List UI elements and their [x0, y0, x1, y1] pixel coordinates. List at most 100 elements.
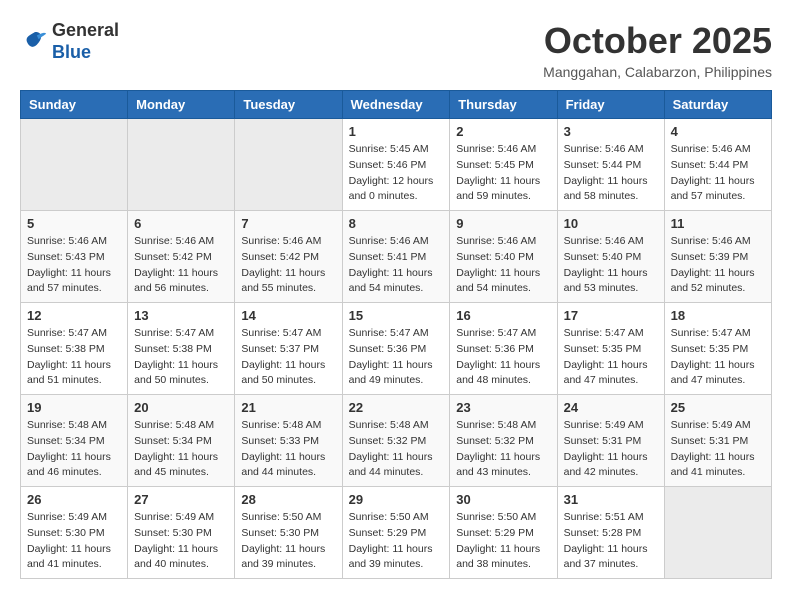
- day-number: 20: [134, 400, 228, 415]
- calendar-cell: [21, 119, 128, 211]
- calendar-cell: 21 Sunrise: 5:48 AMSunset: 5:33 PMDayligh…: [235, 395, 342, 487]
- calendar-cell: 19 Sunrise: 5:48 AMSunset: 5:34 PMDayligh…: [21, 395, 128, 487]
- day-info: Sunrise: 5:47 AMSunset: 5:38 PMDaylight:…: [27, 326, 121, 389]
- day-info: Sunrise: 5:47 AMSunset: 5:35 PMDaylight:…: [564, 326, 658, 389]
- day-number: 2: [456, 124, 550, 139]
- weekday-header-thursday: Thursday: [450, 91, 557, 119]
- day-number: 24: [564, 400, 658, 415]
- calendar-cell: 25 Sunrise: 5:49 AMSunset: 5:31 PMDayligh…: [664, 395, 771, 487]
- day-info: Sunrise: 5:50 AMSunset: 5:29 PMDaylight:…: [456, 510, 550, 573]
- day-info: Sunrise: 5:47 AMSunset: 5:36 PMDaylight:…: [456, 326, 550, 389]
- calendar-table: SundayMondayTuesdayWednesdayThursdayFrid…: [20, 90, 772, 579]
- calendar-cell: 26Sunrise: 5:49 AMSunset: 5:30 PMDayligh…: [21, 487, 128, 579]
- day-info: Sunrise: 5:50 AMSunset: 5:30 PMDaylight:…: [241, 510, 335, 573]
- day-info: Sunrise: 5:46 AMSunset: 5:44 PMDaylight:…: [564, 142, 658, 205]
- calendar-cell: 24 Sunrise: 5:49 AMSunset: 5:31 PMDayligh…: [557, 395, 664, 487]
- calendar-cell: [235, 119, 342, 211]
- day-info: Sunrise: 5:49 AMSunset: 5:31 PMDaylight:…: [564, 418, 658, 481]
- calendar-cell: 16 Sunrise: 5:47 AMSunset: 5:36 PMDayligh…: [450, 303, 557, 395]
- day-info: Sunrise: 5:46 AMSunset: 5:40 PMDaylight:…: [564, 234, 658, 297]
- weekday-header-saturday: Saturday: [664, 91, 771, 119]
- calendar-cell: 12 Sunrise: 5:47 AMSunset: 5:38 PMDayligh…: [21, 303, 128, 395]
- day-info: Sunrise: 5:48 AMSunset: 5:34 PMDaylight:…: [134, 418, 228, 481]
- calendar-cell: 27 Sunrise: 5:49 AMSunset: 5:30 PMDayligh…: [128, 487, 235, 579]
- day-number: 15: [349, 308, 444, 323]
- day-info: Sunrise: 5:48 AMSunset: 5:32 PMDaylight:…: [349, 418, 444, 481]
- calendar-week-5: 26Sunrise: 5:49 AMSunset: 5:30 PMDayligh…: [21, 487, 772, 579]
- day-number: 17: [564, 308, 658, 323]
- day-info: Sunrise: 5:47 AMSunset: 5:37 PMDaylight:…: [241, 326, 335, 389]
- calendar-cell: 1 Sunrise: 5:45 AMSunset: 5:46 PMDaylight…: [342, 119, 450, 211]
- calendar-cell: 22 Sunrise: 5:48 AMSunset: 5:32 PMDayligh…: [342, 395, 450, 487]
- calendar-cell: 17 Sunrise: 5:47 AMSunset: 5:35 PMDayligh…: [557, 303, 664, 395]
- calendar-week-3: 12 Sunrise: 5:47 AMSunset: 5:38 PMDayligh…: [21, 303, 772, 395]
- day-number: 22: [349, 400, 444, 415]
- day-number: 14: [241, 308, 335, 323]
- calendar-cell: 13 Sunrise: 5:47 AMSunset: 5:38 PMDayligh…: [128, 303, 235, 395]
- day-info: Sunrise: 5:50 AMSunset: 5:29 PMDaylight:…: [349, 510, 444, 573]
- day-number: 12: [27, 308, 121, 323]
- day-info: Sunrise: 5:46 AMSunset: 5:44 PMDaylight:…: [671, 142, 765, 205]
- calendar-cell: 8Sunrise: 5:46 AMSunset: 5:41 PMDaylight…: [342, 211, 450, 303]
- day-info: Sunrise: 5:48 AMSunset: 5:34 PMDaylight:…: [27, 418, 121, 481]
- day-info: Sunrise: 5:48 AMSunset: 5:33 PMDaylight:…: [241, 418, 335, 481]
- day-number: 29: [349, 492, 444, 507]
- day-number: 13: [134, 308, 228, 323]
- day-number: 31: [564, 492, 658, 507]
- calendar-week-2: 5 Sunrise: 5:46 AMSunset: 5:43 PMDaylight…: [21, 211, 772, 303]
- month-title: October 2025: [543, 20, 772, 62]
- logo: General Blue: [20, 20, 119, 63]
- day-info: Sunrise: 5:45 AMSunset: 5:46 PMDaylight:…: [349, 142, 444, 205]
- day-number: 28: [241, 492, 335, 507]
- day-number: 18: [671, 308, 765, 323]
- calendar-cell: 14 Sunrise: 5:47 AMSunset: 5:37 PMDayligh…: [235, 303, 342, 395]
- day-number: 11: [671, 216, 765, 231]
- day-number: 6: [134, 216, 228, 231]
- calendar-cell: 2Sunrise: 5:46 AMSunset: 5:45 PMDaylight…: [450, 119, 557, 211]
- day-info: Sunrise: 5:46 AMSunset: 5:41 PMDaylight:…: [349, 234, 444, 297]
- calendar-week-4: 19 Sunrise: 5:48 AMSunset: 5:34 PMDayligh…: [21, 395, 772, 487]
- day-number: 21: [241, 400, 335, 415]
- logo-blue: Blue: [52, 42, 91, 62]
- calendar-cell: 9 Sunrise: 5:46 AMSunset: 5:40 PMDaylight…: [450, 211, 557, 303]
- day-info: Sunrise: 5:46 AMSunset: 5:43 PMDaylight:…: [27, 234, 121, 297]
- day-number: 4: [671, 124, 765, 139]
- day-info: Sunrise: 5:47 AMSunset: 5:36 PMDaylight:…: [349, 326, 444, 389]
- day-info: Sunrise: 5:51 AMSunset: 5:28 PMDaylight:…: [564, 510, 658, 573]
- day-info: Sunrise: 5:49 AMSunset: 5:30 PMDaylight:…: [27, 510, 121, 573]
- calendar-cell: 7 Sunrise: 5:46 AMSunset: 5:42 PMDaylight…: [235, 211, 342, 303]
- calendar-cell: 30 Sunrise: 5:50 AMSunset: 5:29 PMDayligh…: [450, 487, 557, 579]
- page-header: General Blue October 2025 Manggahan, Cal…: [20, 20, 772, 80]
- day-info: Sunrise: 5:48 AMSunset: 5:32 PMDaylight:…: [456, 418, 550, 481]
- day-number: 7: [241, 216, 335, 231]
- day-info: Sunrise: 5:46 AMSunset: 5:42 PMDaylight:…: [241, 234, 335, 297]
- day-number: 16: [456, 308, 550, 323]
- day-number: 25: [671, 400, 765, 415]
- day-number: 30: [456, 492, 550, 507]
- weekday-header-tuesday: Tuesday: [235, 91, 342, 119]
- weekday-header-monday: Monday: [128, 91, 235, 119]
- location: Manggahan, Calabarzon, Philippines: [543, 64, 772, 80]
- day-number: 5: [27, 216, 121, 231]
- calendar-cell: 18Sunrise: 5:47 AMSunset: 5:35 PMDayligh…: [664, 303, 771, 395]
- day-number: 27: [134, 492, 228, 507]
- calendar-cell: [128, 119, 235, 211]
- day-info: Sunrise: 5:49 AMSunset: 5:30 PMDaylight:…: [134, 510, 228, 573]
- weekday-header-row: SundayMondayTuesdayWednesdayThursdayFrid…: [21, 91, 772, 119]
- calendar-cell: 23Sunrise: 5:48 AMSunset: 5:32 PMDayligh…: [450, 395, 557, 487]
- calendar-cell: 15 Sunrise: 5:47 AMSunset: 5:36 PMDayligh…: [342, 303, 450, 395]
- day-number: 19: [27, 400, 121, 415]
- day-info: Sunrise: 5:47 AMSunset: 5:38 PMDaylight:…: [134, 326, 228, 389]
- logo-text: General Blue: [52, 20, 119, 63]
- calendar-cell: 31 Sunrise: 5:51 AMSunset: 5:28 PMDayligh…: [557, 487, 664, 579]
- day-info: Sunrise: 5:46 AMSunset: 5:40 PMDaylight:…: [456, 234, 550, 297]
- calendar-cell: 29 Sunrise: 5:50 AMSunset: 5:29 PMDayligh…: [342, 487, 450, 579]
- day-number: 9: [456, 216, 550, 231]
- calendar-cell: 3 Sunrise: 5:46 AMSunset: 5:44 PMDaylight…: [557, 119, 664, 211]
- calendar-cell: 11Sunrise: 5:46 AMSunset: 5:39 PMDayligh…: [664, 211, 771, 303]
- calendar-cell: [664, 487, 771, 579]
- day-info: Sunrise: 5:49 AMSunset: 5:31 PMDaylight:…: [671, 418, 765, 481]
- day-number: 3: [564, 124, 658, 139]
- day-number: 1: [349, 124, 444, 139]
- calendar-cell: 4 Sunrise: 5:46 AMSunset: 5:44 PMDaylight…: [664, 119, 771, 211]
